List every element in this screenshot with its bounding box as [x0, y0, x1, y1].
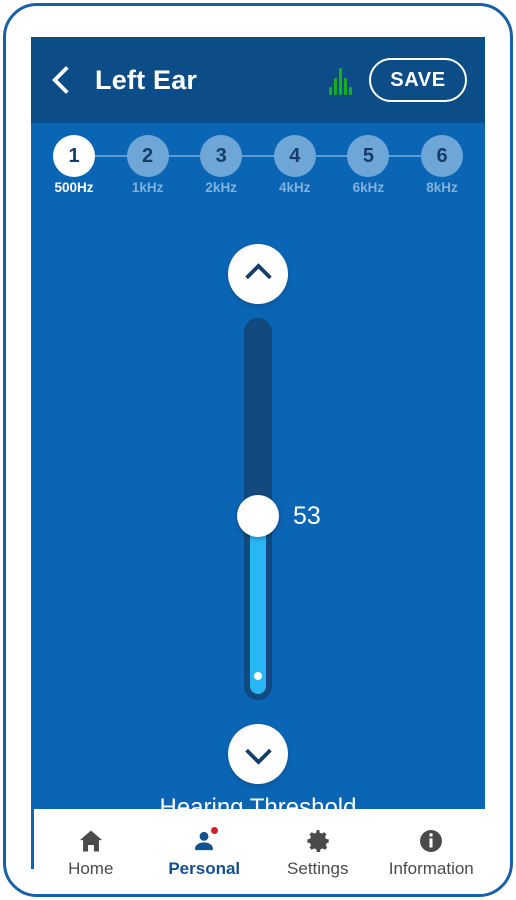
chevron-down-icon — [244, 738, 272, 765]
app-header: Left Ear SAVE — [31, 37, 485, 123]
step-connector — [168, 155, 201, 157]
step-number: 1 — [53, 135, 95, 177]
step-item-1[interactable]: 1 500Hz — [53, 135, 95, 195]
frequency-step-selector: 1 500Hz 2 1kHz 3 2kHz 4 4kHz 5 6kHz 6 8kHz — [31, 123, 485, 199]
nav-icon-wrap — [416, 827, 446, 855]
audio-waveform-icon — [325, 65, 355, 95]
bottom-navigation-bar: Home Personal Settings Information — [9, 809, 510, 894]
step-frequency-label: 6kHz — [352, 180, 385, 195]
nav-item-label: Information — [388, 859, 474, 878]
step-number: 5 — [347, 135, 390, 177]
nav-item-home[interactable]: Home — [34, 827, 148, 879]
step-item-6[interactable]: 6 8kHz — [421, 135, 463, 195]
nav-item-label: Home — [68, 859, 114, 878]
back-button[interactable] — [41, 37, 91, 123]
phone-frame: Left Ear SAVE 1 500Hz 2 1kHz 3 2kHz 4 4kHz 5 6kHz… — [3, 3, 513, 897]
nav-item-information[interactable]: Information — [375, 827, 489, 879]
nav-item-settings[interactable]: Settings — [261, 827, 375, 879]
nav-icon-wrap — [303, 827, 333, 855]
slider-min-marker-dot — [254, 672, 262, 680]
nav-icon-wrap — [76, 827, 106, 855]
step-frequency-label: 1kHz — [131, 180, 164, 195]
step-item-2[interactable]: 2 1kHz — [126, 135, 169, 195]
slider-thumb[interactable] — [237, 494, 279, 537]
chevron-up-icon — [244, 263, 272, 290]
home-icon — [79, 830, 102, 852]
step-frequency-label: 4kHz — [279, 180, 311, 195]
nav-icon-wrap — [189, 827, 219, 855]
step-frequency-label: 2kHz — [205, 180, 237, 195]
step-number: 4 — [273, 135, 316, 177]
decrease-button[interactable] — [228, 724, 288, 784]
page-title: Left Ear — [95, 64, 198, 95]
step-frequency-label: 500Hz — [54, 180, 94, 195]
chevron-left-icon — [51, 65, 81, 95]
increase-button[interactable] — [228, 244, 288, 304]
step-item-3[interactable]: 3 2kHz — [200, 135, 243, 195]
nav-item-label: Personal — [168, 859, 241, 878]
nav-item-personal[interactable]: Personal — [148, 827, 262, 879]
step-connector — [95, 155, 127, 157]
step-item-5[interactable]: 5 6kHz — [347, 135, 390, 195]
app-screen: Left Ear SAVE 1 500Hz 2 1kHz 3 2kHz 4 4kHz 5 6kHz… — [31, 37, 485, 869]
info-icon — [420, 830, 443, 852]
slider-track-fill — [250, 509, 266, 694]
step-connector — [315, 155, 348, 157]
save-button[interactable]: SAVE — [369, 58, 467, 102]
nav-item-label: Settings — [287, 859, 349, 878]
step-connector — [389, 155, 421, 157]
gear-icon — [307, 830, 329, 852]
step-number: 6 — [421, 135, 463, 177]
slider-value: 53 — [293, 501, 321, 530]
step-number: 3 — [200, 135, 243, 177]
step-frequency-label: 8kHz — [426, 180, 458, 195]
step-item-4[interactable]: 4 4kHz — [273, 135, 316, 195]
threshold-slider-area: 53 Hearing Threshold — [31, 199, 485, 821]
step-connector — [242, 155, 274, 157]
step-number: 2 — [126, 135, 169, 177]
